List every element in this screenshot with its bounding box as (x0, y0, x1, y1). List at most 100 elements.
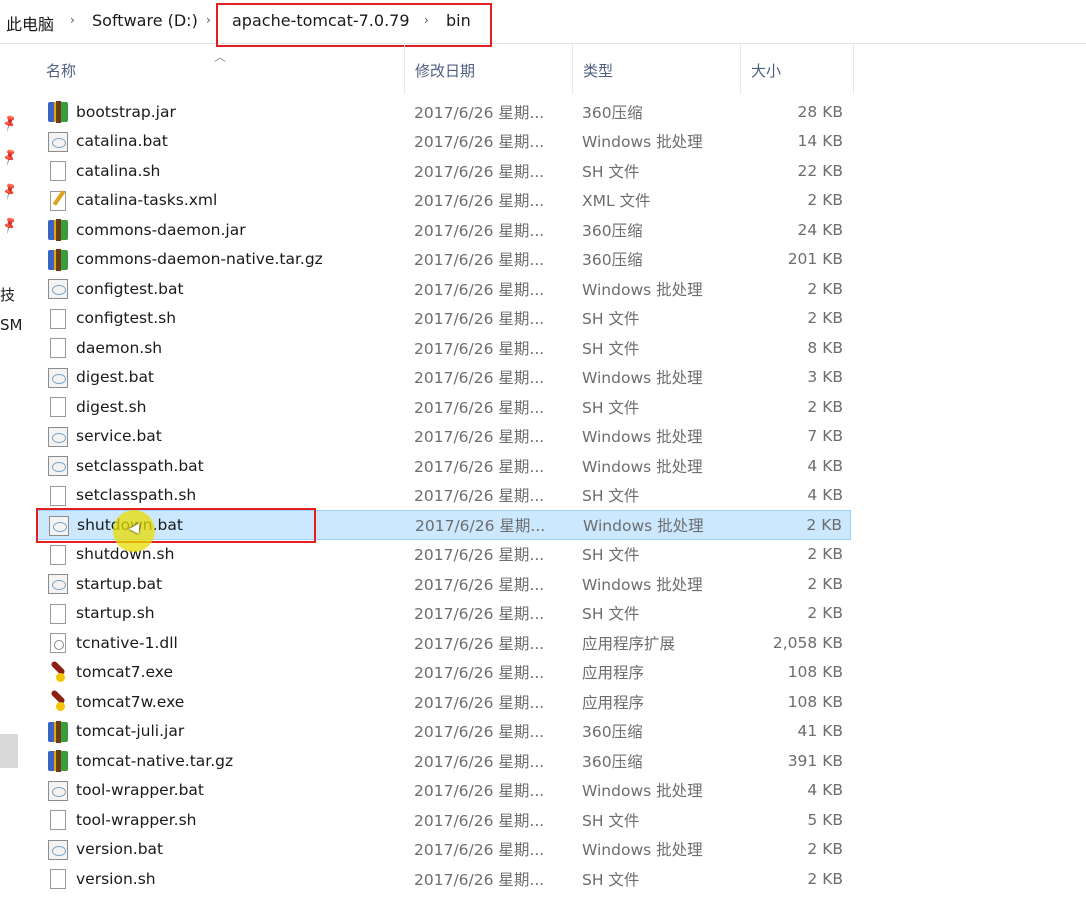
file-size: 4 KB (807, 456, 843, 475)
nav-item-label[interactable]: SM (0, 316, 22, 334)
file-type: SH 文件 (582, 546, 640, 565)
file-row[interactable]: tomcat-juli.jar 2017/6/26 星期... 360压缩 41 KB (36, 717, 851, 747)
file-type: 应用程序扩展 (582, 634, 676, 653)
pin-icon[interactable]: 📌 (0, 181, 19, 201)
file-name: setclasspath.bat (76, 456, 204, 475)
chevron-right-icon[interactable]: › (206, 13, 211, 27)
column-header-size[interactable]: 大小 (741, 44, 854, 94)
batch-file-icon (48, 426, 68, 447)
file-name: service.bat (76, 427, 162, 446)
file-name: setclasspath.sh (76, 486, 197, 505)
file-name: tool-wrapper.bat (76, 781, 204, 800)
navigation-pane[interactable]: 📌 📌 📌 📌 技 SM (0, 44, 22, 912)
file-row[interactable]: setclasspath.bat 2017/6/26 星期... Windows 批… (36, 451, 851, 481)
file-row[interactable]: digest.sh 2017/6/26 星期... SH 文件 2 KB (36, 392, 851, 422)
file-size: 2 KB (806, 515, 842, 534)
file-row[interactable]: daemon.sh 2017/6/26 星期... SH 文件 8 KB (36, 333, 851, 363)
file-row[interactable]: version.sh 2017/6/26 星期... SH 文件 2 KB (36, 864, 851, 894)
file-size: 14 KB (797, 132, 843, 151)
file-row[interactable]: digest.bat 2017/6/26 星期... Windows 批处理 3 KB (36, 363, 851, 393)
file-size: 5 KB (807, 810, 843, 829)
file-name: version.sh (76, 869, 156, 888)
file-row[interactable]: shutdown.sh 2017/6/26 星期... SH 文件 2 KB (36, 540, 851, 570)
file-type: SH 文件 (582, 162, 640, 181)
file-type: SH 文件 (582, 605, 640, 624)
file-name: version.bat (76, 840, 164, 859)
file-row[interactable]: tool-wrapper.sh 2017/6/26 星期... SH 文件 5 KB (36, 805, 851, 835)
chevron-right-icon[interactable]: › (70, 13, 75, 27)
file-row[interactable]: service.bat 2017/6/26 星期... Windows 批处理 7 K… (36, 422, 851, 452)
file-type: Windows 批处理 (582, 280, 703, 299)
file-type: SH 文件 (582, 487, 640, 506)
file-row[interactable]: tcnative-1.dll 2017/6/26 星期... 应用程序扩展 2,058… (36, 628, 851, 658)
file-date: 2017/6/26 星期... (414, 487, 545, 506)
file-date: 2017/6/26 星期... (414, 280, 545, 299)
file-size: 108 KB (787, 663, 843, 682)
document-icon (50, 603, 66, 624)
file-type: SH 文件 (582, 811, 640, 830)
file-row[interactable]: tomcat-native.tar.gz 2017/6/26 星期... 360压缩… (36, 746, 851, 776)
file-date: 2017/6/26 星期... (414, 546, 545, 565)
archive-icon (48, 219, 68, 241)
file-row[interactable]: startup.bat 2017/6/26 星期... Windows 批处理 2 K… (36, 569, 851, 599)
file-size: 28 KB (797, 102, 843, 121)
file-size: 2 KB (807, 279, 843, 298)
file-size: 2 KB (807, 604, 843, 623)
file-size: 2 KB (807, 545, 843, 564)
column-header-type[interactable]: 类型 (573, 44, 741, 94)
file-row[interactable]: commons-daemon.jar 2017/6/26 星期... 360压缩 24… (36, 215, 851, 245)
file-row[interactable]: configtest.bat 2017/6/26 星期... Windows 批处理… (36, 274, 851, 304)
file-date: 2017/6/26 星期... (414, 664, 545, 683)
file-type: 应用程序 (582, 693, 645, 712)
file-name: catalina-tasks.xml (76, 191, 218, 210)
file-type: 360压缩 (582, 251, 643, 270)
archive-icon (48, 750, 68, 772)
document-icon (50, 338, 66, 358)
file-row[interactable]: bootstrap.jar 2017/6/26 星期... 360压缩 28 KB (36, 97, 851, 127)
file-type: Windows 批处理 (582, 782, 703, 801)
column-header-date[interactable]: 修改日期 (405, 44, 573, 94)
file-size: 2 KB (807, 840, 843, 859)
breadcrumb-software-drive[interactable]: Software (D:) (92, 11, 198, 30)
nav-selected-item[interactable] (0, 734, 18, 768)
file-type: Windows 批处理 (582, 841, 703, 860)
file-row[interactable]: startup.sh 2017/6/26 星期... SH 文件 2 KB (36, 599, 851, 629)
file-date: 2017/6/26 星期... (414, 133, 545, 152)
file-row[interactable]: catalina-tasks.xml 2017/6/26 星期... XML 文件 2… (36, 186, 851, 216)
address-bar[interactable]: 此电脑 › Software (D:) › apache-tomcat-7.0.… (0, 0, 1086, 47)
file-row[interactable]: configtest.sh 2017/6/26 星期... SH 文件 2 KB (36, 304, 851, 334)
file-date: 2017/6/26 星期... (414, 841, 545, 860)
file-row[interactable]: commons-daemon-native.tar.gz 2017/6/26 星期… (36, 245, 851, 275)
file-type: 360压缩 (582, 752, 643, 771)
nav-item-label[interactable]: 技 (0, 284, 15, 305)
archive-icon (48, 101, 68, 123)
tomcat-exe-icon (48, 663, 68, 683)
file-date: 2017/6/26 星期... (414, 251, 545, 270)
file-type: Windows 批处理 (582, 575, 703, 594)
file-type: SH 文件 (582, 398, 640, 417)
file-type: SH 文件 (582, 870, 640, 889)
file-row[interactable]: tool-wrapper.bat 2017/6/26 星期... Windows 批… (36, 776, 851, 806)
file-size: 201 KB (787, 250, 843, 269)
file-row[interactable]: version.bat 2017/6/26 星期... Windows 批处理 2 K… (36, 835, 851, 865)
file-date: 2017/6/26 星期... (414, 310, 545, 329)
file-row[interactable]: catalina.bat 2017/6/26 星期... Windows 批处理 14… (36, 127, 851, 157)
column-header-name[interactable]: 名称 (36, 44, 405, 94)
file-row[interactable]: setclasspath.sh 2017/6/26 星期... SH 文件 4 KB (36, 481, 851, 511)
pin-icon[interactable]: 📌 (0, 147, 19, 167)
file-size: 7 KB (807, 427, 843, 446)
file-size: 3 KB (807, 368, 843, 387)
file-date: 2017/6/26 星期... (414, 192, 545, 211)
pin-icon[interactable]: 📌 (0, 215, 19, 235)
highlight-box-path (216, 3, 492, 47)
pin-icon[interactable]: 📌 (0, 113, 19, 133)
file-row[interactable]: tomcat7w.exe 2017/6/26 星期... 应用程序 108 KB (36, 687, 851, 717)
file-type: Windows 批处理 (582, 457, 703, 476)
breadcrumb-this-pc[interactable]: 此电脑 (6, 11, 54, 35)
file-name: configtest.bat (76, 279, 184, 298)
file-row[interactable]: catalina.sh 2017/6/26 星期... SH 文件 22 KB (36, 156, 851, 186)
file-row[interactable]: tomcat7.exe 2017/6/26 星期... 应用程序 108 KB (36, 658, 851, 688)
batch-file-icon (48, 131, 68, 152)
file-size: 22 KB (797, 161, 843, 180)
column-header-row: 名称 修改日期 类型 大小 (36, 44, 856, 94)
